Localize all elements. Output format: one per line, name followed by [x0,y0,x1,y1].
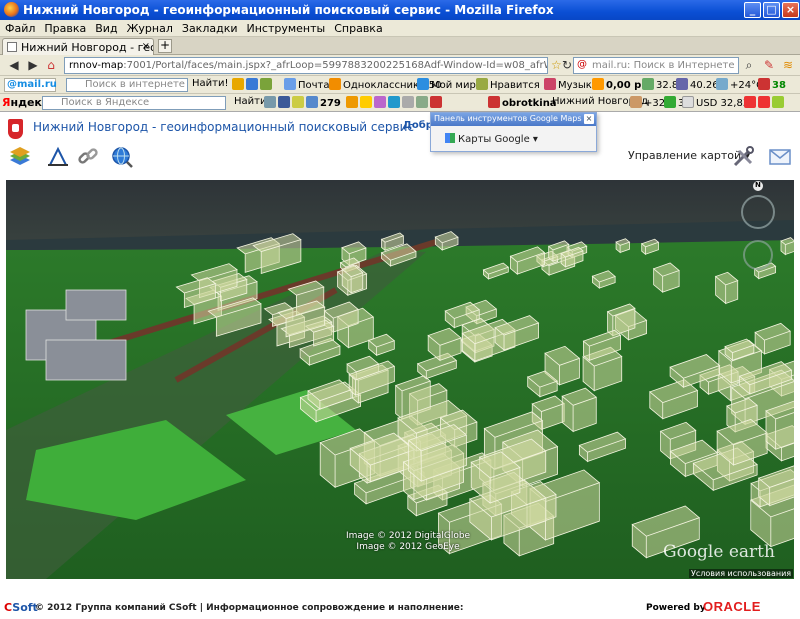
url-host: rnnov-map [69,60,124,71]
yandex-icons-group[interactable] [346,96,444,110]
back-button[interactable]: ◀ [4,57,24,74]
yandex-user[interactable]: obrotkina [488,96,557,110]
earth-imagery [6,180,794,579]
yandex-tools-group[interactable] [264,96,306,110]
yandex-mail-counter[interactable]: 279 [306,96,341,110]
navigation-bar: ◀ ▶ ⌂ rnnov-map:7001/Portal/faces/main.j… [0,55,800,76]
music-link[interactable]: Музыка [544,78,598,92]
building-outline [561,387,598,433]
toolbar-icons-group[interactable] [232,78,274,92]
oracle-logo[interactable]: ORACLE [703,599,761,614]
settings-tools-icon[interactable] [732,146,756,168]
yandex-find-button[interactable]: Найти [234,96,266,110]
map-view[interactable]: N Image © 2012 DigitalGlobe Image © 2012… [6,180,794,579]
rss-icon[interactable]: ≋ [780,57,796,74]
new-tab-button[interactable]: + [158,39,172,53]
world-icon [417,78,429,90]
envelope-icon [284,78,296,90]
email-icon[interactable] [768,146,792,168]
mailru-search-input[interactable]: Поиск в интернете [66,78,188,92]
yandex-extra-icons[interactable] [744,96,786,110]
menu-history[interactable]: Журнал [122,20,177,35]
games-counter[interactable]: 38 [758,78,786,92]
page-favicon-icon [7,42,17,52]
mail-icon [306,96,318,108]
page-footer: CSoft © 2012 Группа компаний CSoft | Инф… [0,596,800,619]
menu-bar: Файл Правка Вид Журнал Закладки Инструменты Сп… [0,20,800,37]
eur-rate: 40.26 [676,78,719,92]
tab-label: Нижний Новгород - геоинформа... [21,41,153,54]
balance-widget[interactable]: 0,00 р. [592,78,645,92]
menu-file[interactable]: Файл [0,20,39,35]
firefox-icon [4,2,19,17]
browser-search-input[interactable]: @ mail.ru: Поиск в Интернете [573,57,739,74]
link-icon[interactable] [76,146,100,168]
compass-north[interactable]: N [755,181,761,189]
url-path: :7001/Portal/faces/main.jspx?_afrLoop=59… [123,60,547,71]
menu-tools[interactable]: Инструменты [242,20,330,35]
address-bar[interactable]: rnnov-map:7001/Portal/faces/main.jspx?_a… [64,57,548,74]
reload-icon[interactable]: ↻ [562,57,572,74]
tab-nnov-map[interactable]: Нижний Новгород - геоинформа... × [2,38,154,55]
imagery-credits: Image © 2012 DigitalGlobe Image © 2012 G… [346,531,470,553]
window-titlebar: Нижний Новгород - геоинформационный поис… [0,0,800,20]
yandex-toolbar: Яндекс Поиск в Яндексе Найти 279 obrotki… [0,94,800,112]
popup-title: Панель инструментов Google Maps [431,113,596,126]
site-title[interactable]: Нижний Новгород - геоинформационный поис… [33,120,414,134]
mailru-find-button[interactable]: Найти! [192,78,228,92]
popup-close-button[interactable]: × [584,114,594,124]
google-maps-dropdown[interactable]: Карты Google ▾ [445,133,538,145]
close-window-button[interactable]: × [782,2,799,18]
browser-search-placeholder: mail.ru: Поиск в Интернете [592,60,735,71]
building-outline [652,262,680,294]
mailru-toolbar: @mail.ru Поиск в интернете Найти! Почта … [0,76,800,94]
globe-search-icon[interactable] [110,146,134,168]
tab-bar: Нижний Новгород - геоинформа... × + [0,37,800,55]
yandex-weather[interactable]: +32 [630,96,665,110]
cloud-icon [716,78,728,90]
search-engine-icon[interactable]: @ [577,59,587,70]
menu-bookmarks[interactable]: Закладки [177,20,242,35]
user-icon [488,96,500,108]
yandex-usd: USD 32,83 [682,96,749,110]
yandex-search-input[interactable]: Поиск в Яндексе [42,96,226,110]
odnoklassniki-icon [329,78,341,90]
forward-button[interactable]: ▶ [26,57,40,74]
powered-by-text: Powered by [646,603,706,613]
city-crest-icon [8,119,23,139]
mail-link[interactable]: Почта [284,78,330,92]
home-icon[interactable]: ⌂ [42,57,60,74]
menu-view[interactable]: Вид [90,20,121,35]
credit-digitalglobe: Image © 2012 DigitalGlobe [346,531,471,541]
addon-icon[interactable]: ✎ [760,57,778,74]
google-maps-icon [445,133,455,143]
search-icon[interactable]: ⌕ [742,57,756,74]
google-maps-toolbar-popup: Панель инструментов Google Maps × Карты … [430,112,597,152]
bookmark-star-icon[interactable]: ☆ [551,57,562,74]
building-outline [780,237,794,256]
menu-edit[interactable]: Правка [39,20,90,35]
google-earth-logo: Google earth [663,542,775,562]
tab-close-button[interactable]: × [142,41,150,52]
measure-icon[interactable] [46,146,70,168]
layers-icon[interactable] [8,146,32,168]
weather-widget[interactable]: +24°C [716,78,763,92]
copyright-text: © 2012 Группа компаний CSoft | Информаци… [35,603,464,613]
page-header: Нижний Новгород - геоинформационный поис… [0,112,800,180]
moy-mir-link[interactable]: Мой мир [417,78,476,92]
csoft-logo[interactable]: CSoft [4,601,38,614]
minimize-button[interactable]: _ [744,2,761,18]
maximize-button[interactable]: □ [763,2,780,18]
likes-link[interactable]: Нравится [476,78,540,92]
terms-of-use-link[interactable]: Условия использования [689,569,794,578]
mailru-logo[interactable]: @mail.ru [4,78,57,92]
menu-help[interactable]: Справка [329,20,386,35]
credit-geoeye: Image © 2012 GeoEye [356,542,460,552]
window-title: Нижний Новгород - геоинформационный поис… [23,3,554,17]
